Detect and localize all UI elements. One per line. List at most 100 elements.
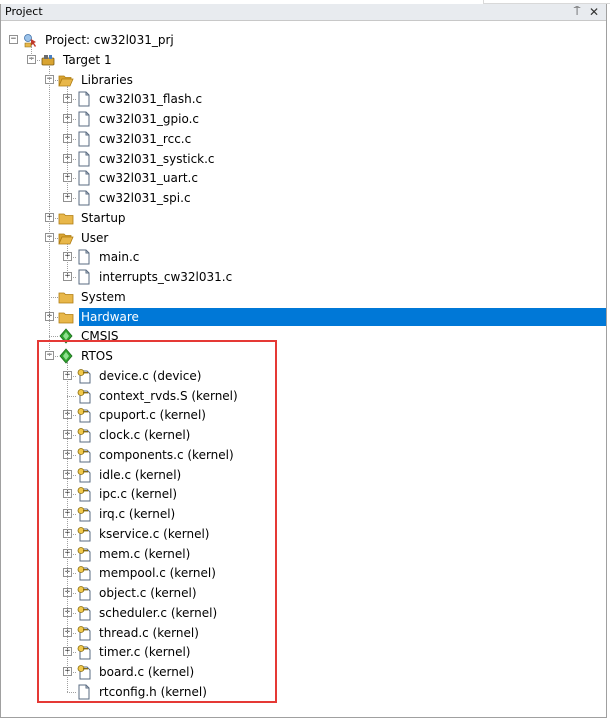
- tree-item-label: Libraries: [81, 72, 133, 87]
- tree-item-label: Startup: [81, 210, 126, 225]
- folder-icon: [58, 210, 74, 226]
- tree-item-startup[interactable]: + Startup: [1, 208, 606, 228]
- tree-item-label: thread.c (kernel): [99, 625, 199, 640]
- tree-item-rtos-clock[interactable]: + clock.c (kernel): [1, 425, 606, 445]
- keyfile-icon: [76, 526, 92, 542]
- target-icon: [40, 52, 56, 68]
- tree-item-rtos-components[interactable]: + components.c (kernel): [1, 445, 606, 465]
- tree-item-hardware[interactable]: + Hardware: [1, 307, 606, 327]
- tree-item-rtos-irq[interactable]: + irq.c (kernel): [1, 504, 606, 524]
- tree-item-label: User: [81, 230, 109, 245]
- tree-item-label: main.c: [99, 250, 140, 265]
- tree-item-lib-flash[interactable]: + cw32l031_flash.c: [1, 89, 606, 109]
- tree-item-cmsis[interactable]: CMSIS: [1, 326, 606, 346]
- tree-item-rtos-board[interactable]: + board.c (kernel): [1, 662, 606, 682]
- keyfile-icon: [76, 605, 92, 621]
- tree-item-label: mempool.c (kernel): [99, 566, 216, 581]
- project-tree[interactable]: − Project: cw32l031_prj − Target 1− Librarie…: [1, 4, 606, 718]
- tree-item-label: timer.c (kernel): [99, 645, 191, 660]
- tree-item-label: device.c (device): [99, 368, 202, 383]
- tree-connector: [67, 243, 68, 277]
- tree-connector: [67, 691, 76, 693]
- tree-item-system[interactable]: System: [1, 287, 606, 307]
- tree-item-rtos-ipc[interactable]: + ipc.c (kernel): [1, 484, 606, 504]
- tree-connector: [49, 296, 58, 298]
- keyfile-icon: [76, 506, 92, 522]
- file-icon: [76, 249, 92, 265]
- component-icon: [58, 348, 74, 364]
- component-icon: [58, 328, 74, 344]
- tree-item-label: idle.c (kernel): [99, 467, 182, 482]
- tree-item-rtos-device[interactable]: + device.c (device): [1, 366, 606, 386]
- tree-item-rtos-mem[interactable]: + mem.c (kernel): [1, 544, 606, 564]
- tree-item-user-main[interactable]: + main.c: [1, 247, 606, 267]
- tree-item-user-interrupts[interactable]: + interrupts_cw32l031.c: [1, 267, 606, 287]
- keyfile-icon: [76, 388, 92, 404]
- tree-item-project[interactable]: − Project: cw32l031_prj: [1, 30, 606, 50]
- tree-item-user[interactable]: − User: [1, 228, 606, 248]
- tree-connector: [67, 362, 68, 692]
- folder-open-icon: [58, 72, 74, 88]
- tree-item-label: cpuport.c (kernel): [99, 408, 206, 423]
- tree-item-rtos-kservice[interactable]: + kservice.c (kernel): [1, 524, 606, 544]
- tree-item-rtos-idle[interactable]: + idle.c (kernel): [1, 465, 606, 485]
- tree-item-rtos-scheduler[interactable]: + scheduler.c (kernel): [1, 603, 606, 623]
- tree-item-label: rtconfig.h (kernel): [99, 684, 207, 699]
- keyfile-icon: [76, 427, 92, 443]
- file-icon: [76, 170, 92, 186]
- tree-item-label: ipc.c (kernel): [99, 487, 178, 502]
- tree-item-lib-spi[interactable]: + cw32l031_spi.c: [1, 188, 606, 208]
- collapse-icon[interactable]: −: [9, 35, 18, 44]
- tree-item-label: cw32l031_systick.c: [99, 151, 215, 166]
- tree-item-label: cw32l031_uart.c: [99, 171, 198, 186]
- tree-item-label: clock.c (kernel): [99, 428, 191, 442]
- tree-connector: [67, 395, 76, 397]
- tree-item-rtos-rtconfig[interactable]: rtconfig.h (kernel): [1, 682, 606, 702]
- keyfile-icon: [76, 407, 92, 423]
- keyfile-icon: [76, 368, 92, 384]
- tree-item-label: Project: cw32l031_prj: [45, 33, 174, 47]
- folder-icon: [58, 289, 74, 305]
- tree-item-label: RTOS: [81, 349, 113, 363]
- tree-item-label: Hardware: [79, 308, 141, 325]
- tree-item-rtos-thread[interactable]: + thread.c (kernel): [1, 623, 606, 643]
- file-icon: [76, 111, 92, 127]
- tree-item-label: scheduler.c (kernel): [99, 605, 218, 620]
- tree-item-label: components.c (kernel): [99, 447, 234, 462]
- tree-item-label: interrupts_cw32l031.c: [99, 270, 233, 284]
- tree-item-lib-gpio[interactable]: + cw32l031_gpio.c: [1, 109, 606, 129]
- tree-item-label: cw32l031_spi.c: [99, 191, 191, 205]
- tree-item-label: irq.c (kernel): [99, 507, 176, 521]
- file-icon: [76, 269, 92, 285]
- tree-item-label: cw32l031_rcc.c: [99, 131, 192, 146]
- tree-item-target[interactable]: − Target 1: [1, 50, 606, 70]
- tree-connector: [31, 46, 32, 60]
- tree-item-label: object.c (kernel): [99, 586, 197, 600]
- tree-item-rtos[interactable]: − RTOS: [1, 346, 606, 366]
- keyfile-icon: [76, 625, 92, 641]
- tree-item-rtos-cpuport[interactable]: + cpuport.c (kernel): [1, 405, 606, 425]
- tree-item-label: cw32l031_flash.c: [99, 92, 203, 107]
- keyfile-icon: [76, 585, 92, 601]
- tree-item-rtos-object[interactable]: + object.c (kernel): [1, 583, 606, 603]
- tree-connector: [49, 65, 50, 356]
- tree-item-rtos-mempool[interactable]: + mempool.c (kernel): [1, 563, 606, 583]
- tree-item-lib-rcc[interactable]: + cw32l031_rcc.c: [1, 129, 606, 149]
- tree-connector: [49, 336, 58, 338]
- tree-item-rtos-timer[interactable]: + timer.c (kernel): [1, 642, 606, 662]
- keyfile-icon: [76, 644, 92, 660]
- keyfile-icon: [76, 546, 92, 562]
- tree-item-lib-systick[interactable]: + cw32l031_systick.c: [1, 149, 606, 169]
- file-icon: [76, 684, 92, 700]
- selection-highlight: [79, 307, 606, 326]
- tree-item-libraries[interactable]: − Libraries: [1, 70, 606, 90]
- file-icon: [76, 151, 92, 167]
- tree-item-label: System: [81, 289, 126, 304]
- tree-item-lib-uart[interactable]: + cw32l031_uart.c: [1, 168, 606, 188]
- file-icon: [76, 131, 92, 147]
- tree-item-rtos-context[interactable]: context_rvds.S (kernel): [1, 386, 606, 406]
- project-icon: [22, 32, 38, 48]
- folder-open-icon: [58, 230, 74, 246]
- keyfile-icon: [76, 467, 92, 483]
- tree-item-label: CMSIS: [81, 329, 119, 344]
